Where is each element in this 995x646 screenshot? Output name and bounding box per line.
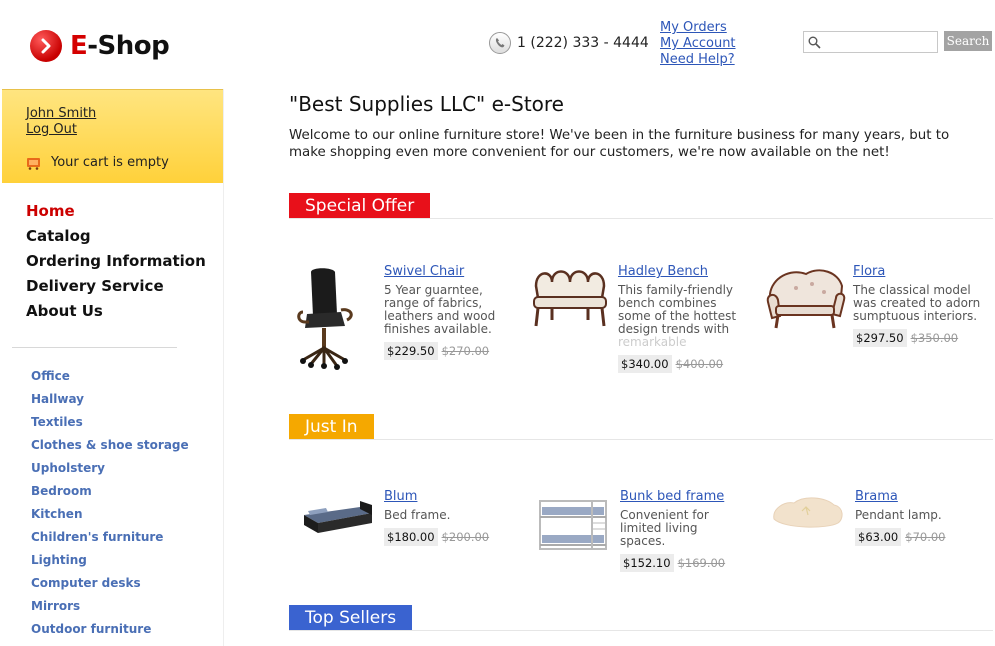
brama-lamp-image <box>773 497 843 528</box>
product-price: $297.50 <box>853 329 907 347</box>
special-offer-header: Special Offer <box>289 193 431 219</box>
product-name-link[interactable]: Brama <box>855 489 965 505</box>
category-computer-desks[interactable]: Computer desks <box>31 576 189 599</box>
cart-status-text: Your cart is empty <box>51 155 169 170</box>
product-blum: Blum Bed frame. $180.00 $200.00 <box>300 489 494 549</box>
product-prices: $63.00 $70.00 <box>855 528 965 546</box>
user-panel: John Smith Log Out Your cart is empty <box>2 89 224 183</box>
category-childrens-furniture[interactable]: Children's furniture <box>31 530 189 553</box>
need-help-link[interactable]: Need Help? <box>660 52 736 68</box>
search-icon <box>808 36 821 49</box>
blum-bed-image <box>304 501 372 533</box>
search-field-wrapper <box>803 31 938 53</box>
product-brama: Brama Pendant lamp. $63.00 $70.00 <box>768 489 965 546</box>
category-navigation: Office Hallway Textiles Clothes & shoe s… <box>31 369 189 645</box>
product-flora: Flora The classical model was created to… <box>766 264 983 347</box>
page-title: "Best Supplies LLC" e-Store <box>289 92 564 116</box>
product-prices: $180.00 $200.00 <box>384 528 494 546</box>
hadley-bench-image <box>533 270 607 327</box>
product-price: $340.00 <box>618 355 672 373</box>
nav-about-us[interactable]: About Us <box>26 302 206 327</box>
product-old-price: $270.00 <box>441 344 490 358</box>
nav-home[interactable]: Home <box>26 202 206 227</box>
category-clothes-shoe-storage[interactable]: Clothes & shoe storage <box>31 438 189 461</box>
nav-catalog[interactable]: Catalog <box>26 227 206 252</box>
product-price: $229.50 <box>384 342 438 360</box>
logo-chevron-icon <box>30 30 62 62</box>
cart-status[interactable]: Your cart is empty <box>26 155 169 170</box>
product-old-price: $70.00 <box>905 530 946 544</box>
section-divider <box>289 439 993 440</box>
product-bunk-bed-frame: Bunk bed frame Convenient for limited li… <box>536 489 745 572</box>
product-swivel-chair: Swivel Chair 5 Year guarntee, range of f… <box>293 264 496 376</box>
product-description: Pendant lamp. <box>855 508 942 522</box>
logout-link[interactable]: Log Out <box>26 122 96 138</box>
category-office[interactable]: Office <box>31 369 189 392</box>
product-price: $63.00 <box>855 528 902 546</box>
section-divider <box>289 218 993 219</box>
account-links: My Orders My Account Need Help? <box>660 20 736 68</box>
product-old-price: $200.00 <box>441 530 490 544</box>
section-divider <box>289 630 993 631</box>
cart-icon <box>27 157 40 170</box>
sidebar-border <box>223 89 224 646</box>
flora-sofa-image <box>766 269 846 329</box>
bunk-bed-image <box>539 500 607 550</box>
nav-ordering-information[interactable]: Ordering Information <box>26 252 206 277</box>
category-kitchen[interactable]: Kitchen <box>31 507 189 530</box>
phone-icon <box>489 32 511 54</box>
product-description: The classical model was created to adorn… <box>853 283 981 323</box>
product-price: $180.00 <box>384 528 438 546</box>
phone-number: 1 (222) 333 - 4444 <box>517 35 649 51</box>
category-upholstery[interactable]: Upholstery <box>31 461 189 484</box>
product-old-price: $169.00 <box>677 556 726 570</box>
category-textiles[interactable]: Textiles <box>31 415 189 438</box>
product-prices: $229.50 $270.00 <box>384 342 496 360</box>
product-prices: $152.10 $169.00 <box>620 554 745 572</box>
product-old-price: $350.00 <box>910 331 959 345</box>
product-name-link[interactable]: Blum <box>384 489 494 505</box>
user-name-link[interactable]: John Smith <box>26 106 96 122</box>
product-prices: $297.50 $350.00 <box>853 329 983 347</box>
product-prices: $340.00 $400.00 <box>618 355 748 373</box>
my-orders-link[interactable]: My Orders <box>660 20 736 36</box>
product-name-link[interactable]: Bunk bed frame <box>620 489 745 505</box>
category-lighting[interactable]: Lighting <box>31 553 189 576</box>
product-description: Convenient for limited living spaces. <box>620 508 709 548</box>
search-form: Search <box>803 31 992 53</box>
product-hadley-bench: Hadley Bench This family-friendly bench … <box>530 264 748 373</box>
main-navigation: Home Catalog Ordering Information Delive… <box>26 202 206 327</box>
phone-contact: 1 (222) 333 - 4444 <box>489 32 649 54</box>
swivel-chair-image <box>297 268 353 370</box>
just-in-header: Just In <box>289 414 374 440</box>
category-hallway[interactable]: Hallway <box>31 392 189 415</box>
product-description: Bed frame. <box>384 508 451 522</box>
product-old-price: $400.00 <box>675 357 724 371</box>
eshop-logo[interactable]: E-Shop <box>30 30 170 62</box>
product-name-link[interactable]: Swivel Chair <box>384 264 496 280</box>
product-description: This family-friendly bench combines some… <box>618 283 737 349</box>
product-description: 5 Year guarntee, range of fabrics, leath… <box>384 283 496 336</box>
nav-delivery-service[interactable]: Delivery Service <box>26 277 206 302</box>
my-account-link[interactable]: My Account <box>660 36 736 52</box>
product-name-link[interactable]: Flora <box>853 264 983 280</box>
product-price: $152.10 <box>620 554 674 572</box>
brand-name: E-Shop <box>70 31 170 61</box>
category-bedroom[interactable]: Bedroom <box>31 484 189 507</box>
welcome-text: Welcome to our online furniture store! W… <box>289 128 950 160</box>
product-name-link[interactable]: Hadley Bench <box>618 264 748 280</box>
search-button[interactable]: Search <box>944 31 992 51</box>
category-outdoor-furniture[interactable]: Outdoor furniture <box>31 622 189 645</box>
sidebar-divider <box>12 347 177 348</box>
top-sellers-header: Top Sellers <box>289 605 413 631</box>
category-mirrors[interactable]: Mirrors <box>31 599 189 622</box>
search-input[interactable] <box>804 33 937 53</box>
